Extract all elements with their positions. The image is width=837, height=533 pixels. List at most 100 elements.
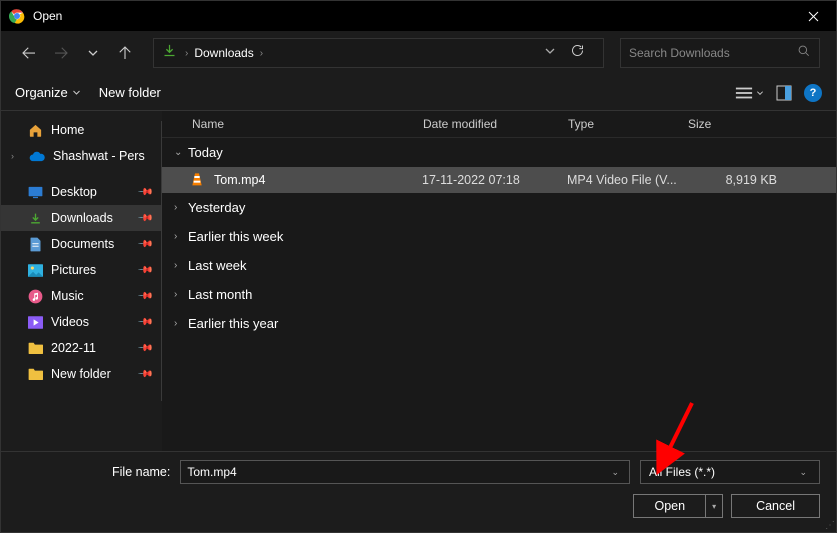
pin-icon: 📌: [136, 314, 153, 331]
pin-icon: 📌: [136, 210, 153, 227]
home-icon: [27, 122, 43, 138]
filename-combobox[interactable]: ⌄: [180, 460, 630, 484]
sidebar-item-label: Shashwat - Pers: [53, 149, 145, 163]
file-list-pane: Name Date modified Type Size ⌄ Today Tom…: [162, 111, 836, 451]
cloud-icon: [29, 148, 45, 164]
file-row[interactable]: Tom.mp4 17-11-2022 07:18 MP4 Video File …: [162, 167, 836, 193]
desktop-icon: [27, 184, 43, 200]
file-size: 8,919 KB: [687, 173, 777, 187]
group-label: Last month: [188, 287, 252, 302]
column-size[interactable]: Size: [688, 117, 778, 131]
music-icon: [27, 288, 43, 304]
file-date: 17-11-2022 07:18: [422, 173, 567, 187]
back-button[interactable]: [17, 41, 41, 65]
preview-pane-button[interactable]: [776, 85, 792, 101]
sidebar-item-pictures[interactable]: Pictures 📌: [1, 257, 161, 283]
sidebar-item-onedrive[interactable]: › Shashwat - Pers: [1, 143, 161, 169]
filetype-combobox[interactable]: All Files (*.*) ⌄: [640, 460, 820, 484]
titlebar: Open: [1, 1, 836, 31]
breadcrumb-separator[interactable]: ›: [260, 48, 263, 59]
up-button[interactable]: [113, 41, 137, 65]
open-dropdown-button[interactable]: ▾: [705, 494, 723, 518]
search-box[interactable]: [620, 38, 820, 68]
recent-dropdown-button[interactable]: [81, 41, 105, 65]
refresh-button[interactable]: [560, 43, 595, 63]
column-type[interactable]: Type: [568, 117, 688, 131]
chevron-right-icon[interactable]: ›: [11, 151, 21, 161]
sidebar-item-desktop[interactable]: Desktop 📌: [1, 179, 161, 205]
open-button[interactable]: Open: [633, 494, 705, 518]
search-icon[interactable]: [797, 44, 811, 63]
view-details-button[interactable]: [735, 85, 764, 101]
sidebar-item-label: Downloads: [51, 211, 113, 225]
file-type: MP4 Video File (V...: [567, 173, 687, 187]
sidebar-item-2022-11[interactable]: 2022-11 📌: [1, 335, 161, 361]
breadcrumb: Downloads ›: [188, 46, 540, 60]
filename-label: File name:: [112, 465, 170, 479]
sidebar-item-label: Documents: [51, 237, 114, 251]
chevron-right-icon: ›: [174, 289, 188, 300]
chevron-down-icon: ⌄: [174, 147, 188, 158]
navigation-bar: › Downloads ›: [1, 31, 836, 75]
file-name: Tom.mp4: [214, 173, 265, 187]
organize-button[interactable]: Organize: [15, 85, 81, 100]
group-lastweek[interactable]: › Last week: [162, 251, 836, 280]
downloads-icon: [162, 43, 177, 63]
address-bar[interactable]: › Downloads ›: [153, 38, 604, 68]
videos-icon: [27, 314, 43, 330]
group-today[interactable]: ⌄ Today: [162, 138, 836, 167]
sidebar-item-music[interactable]: Music 📌: [1, 283, 161, 309]
sidebar-item-label: New folder: [51, 367, 111, 381]
chevron-right-icon: ›: [174, 231, 188, 242]
close-button[interactable]: [791, 1, 836, 31]
sidebar-item-label: 2022-11: [51, 341, 96, 355]
sidebar-item-downloads[interactable]: Downloads 📌: [1, 205, 161, 231]
group-lastmonth[interactable]: › Last month: [162, 280, 836, 309]
column-name[interactable]: Name: [178, 117, 423, 131]
filename-input[interactable]: [187, 465, 607, 479]
column-headers: Name Date modified Type Size: [162, 111, 836, 138]
dialog-footer: File name: ⌄ All Files (*.*) ⌄ Open ▾ Ca…: [1, 451, 836, 532]
sidebar-item-label: Home: [51, 123, 84, 137]
sidebar-item-label: Music: [51, 289, 84, 303]
chevron-down-icon[interactable]: ⌄: [607, 467, 623, 478]
sidebar-item-newfolder[interactable]: New folder 📌: [1, 361, 161, 387]
group-label: Earlier this year: [188, 316, 278, 331]
open-dialog: Open › Downloads › Organize: [0, 0, 837, 533]
group-earlieryear[interactable]: › Earlier this year: [162, 309, 836, 338]
group-yesterday[interactable]: › Yesterday: [162, 193, 836, 222]
sidebar-item-home[interactable]: Home: [1, 117, 161, 143]
pin-icon: 📌: [136, 340, 153, 357]
folder-icon: [27, 340, 43, 356]
search-input[interactable]: [629, 46, 797, 60]
sidebar-item-label: Pictures: [51, 263, 96, 277]
sidebar-item-label: Videos: [51, 315, 89, 329]
documents-icon: [27, 236, 43, 252]
pin-icon: 📌: [136, 366, 153, 383]
group-label: Today: [188, 145, 223, 160]
sidebar: Home › Shashwat - Pers Desktop 📌 Downloa…: [1, 111, 161, 451]
group-earlierweek[interactable]: › Earlier this week: [162, 222, 836, 251]
sidebar-item-label: Desktop: [51, 185, 97, 199]
chevron-right-icon: ›: [174, 260, 188, 271]
chevron-down-icon[interactable]: ⌄: [795, 467, 811, 478]
file-list[interactable]: ⌄ Today Tom.mp4 17-11-2022 07:18 MP4 Vid…: [162, 138, 836, 451]
vlc-icon: [190, 172, 206, 188]
chevron-right-icon: ›: [174, 202, 188, 213]
file-name-cell: Tom.mp4: [190, 172, 422, 188]
toolbar: Organize New folder ?: [1, 75, 836, 111]
address-dropdown-button[interactable]: [540, 44, 560, 62]
newfolder-button[interactable]: New folder: [99, 85, 161, 100]
chevron-right-icon: ›: [174, 318, 188, 329]
help-button[interactable]: ?: [804, 84, 822, 102]
cancel-button[interactable]: Cancel: [731, 494, 820, 518]
chrome-icon: [9, 8, 25, 24]
sidebar-item-documents[interactable]: Documents 📌: [1, 231, 161, 257]
resize-grip[interactable]: ⋰: [825, 520, 835, 531]
forward-button[interactable]: [49, 41, 73, 65]
breadcrumb-downloads[interactable]: Downloads: [194, 46, 253, 60]
window-title: Open: [33, 9, 791, 23]
sidebar-item-videos[interactable]: Videos 📌: [1, 309, 161, 335]
column-date[interactable]: Date modified: [423, 117, 568, 131]
group-label: Last week: [188, 258, 247, 273]
